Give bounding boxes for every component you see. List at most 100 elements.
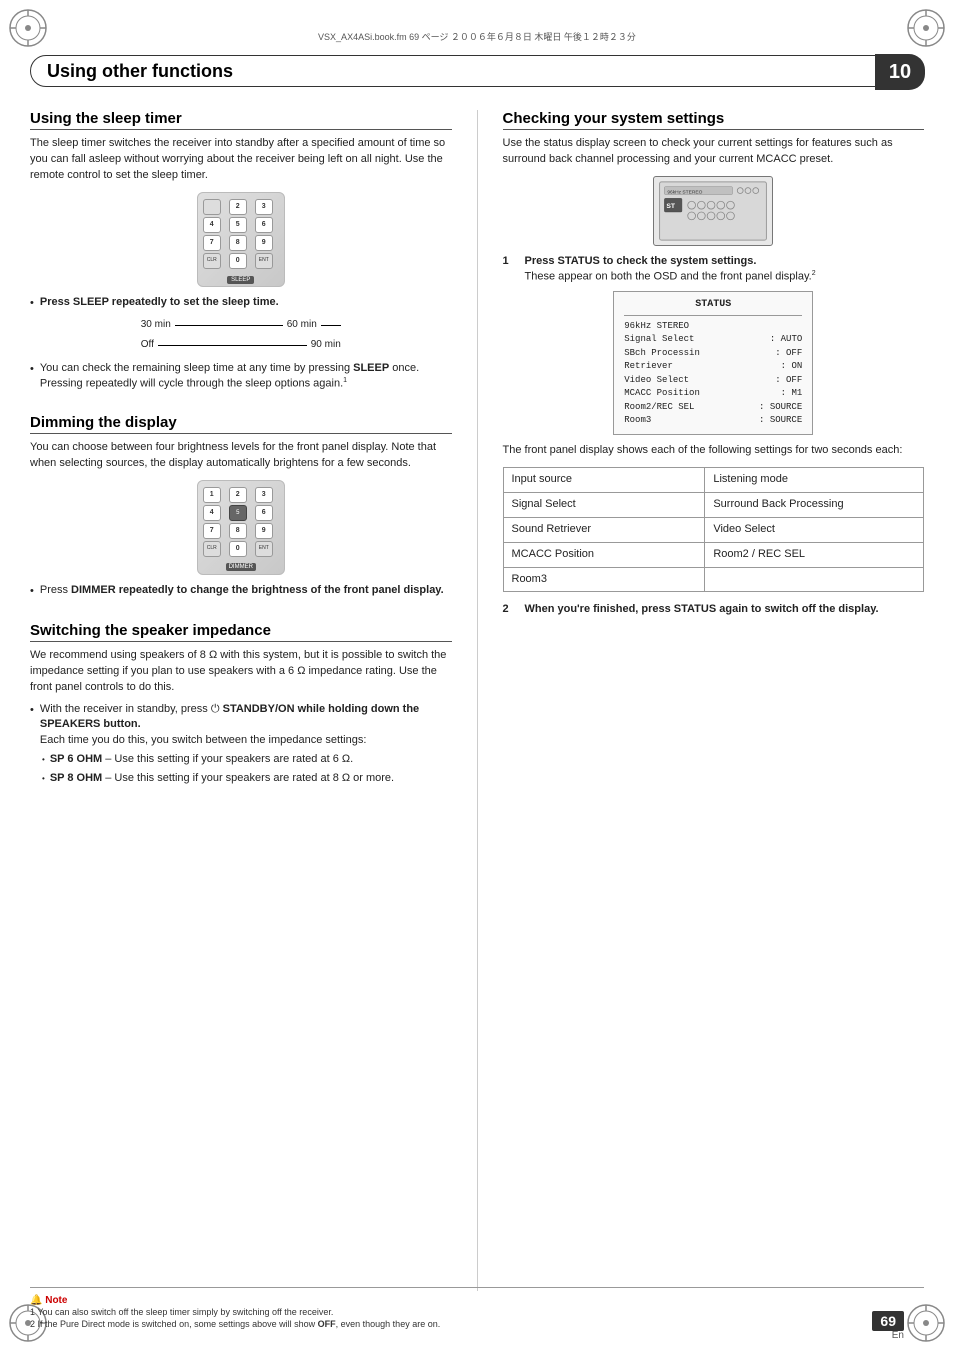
dimming-description: You can choose between four brightness l…: [30, 440, 452, 472]
sleep-timer-description: The sleep timer switches the receiver in…: [30, 136, 452, 184]
d-btn-8: 8: [229, 523, 247, 539]
table-row-5: Room3: [503, 567, 924, 592]
system-settings-section: Checking your system settings Use the st…: [503, 110, 925, 624]
sleep-btn-label: SLEEP: [227, 276, 254, 284]
corner-decoration-tr: [906, 8, 946, 48]
footnote-title: 🔔 Note: [30, 1295, 67, 1306]
status-mcacc-label: MCACC Position: [624, 387, 700, 401]
table-row-4: MCACC Position Room2 / REC SEL: [503, 542, 924, 567]
dimmer-bullet-text: Press DIMMER repeatedly to change the br…: [40, 583, 452, 598]
status-line-1: 96kHz STEREO: [624, 320, 802, 334]
status-signal-value: : AUTO: [770, 333, 802, 347]
d-btn-5: 5: [229, 505, 247, 521]
status-line-3: SBch Processin : OFF: [624, 347, 802, 361]
table-cell-surround-back: Surround Back Processing: [705, 492, 924, 517]
status-sbch-value: : OFF: [775, 347, 802, 361]
svg-text:ST: ST: [667, 203, 677, 210]
status-line-6: MCACC Position : M1: [624, 387, 802, 401]
status-sbch-label: SBch Processin: [624, 347, 700, 361]
remote-btn-0: 0: [229, 253, 247, 269]
status-room2-label: Room2/REC SEL: [624, 401, 694, 415]
remote-btn-4: 4: [203, 217, 221, 233]
remote-btn-3: 3: [255, 199, 273, 215]
d-btn-0: 0: [229, 541, 247, 557]
page-lang: En: [892, 1330, 904, 1341]
osd-screen-image: 96kHz STEREO ST: [653, 176, 773, 246]
sleep-line-2: [158, 345, 307, 346]
sleep-30min: 30 min: [141, 318, 171, 333]
dimming-body: You can choose between four brightness l…: [30, 440, 452, 600]
status-signal-label: Signal Select: [624, 333, 694, 347]
sp8-keyword: SP 8 OHM: [50, 772, 102, 784]
standby-keyword: STANDBY/ON while holding down the SPEAKE…: [40, 703, 419, 730]
filepath-bar: VSX_AX4ASi.book.fm 69 ページ ２００６年６月８日 木曜日 …: [60, 30, 894, 43]
sleep-bullet-1: • Press SLEEP repeatedly to set the slee…: [30, 295, 452, 312]
step-2: 2 When you're finished, press STATUS aga…: [503, 602, 925, 618]
speaker-bullet-dot: •: [30, 703, 34, 719]
status-mcacc-value: : M1: [781, 387, 803, 401]
two-col-layout: Using the sleep timer The sleep timer sw…: [30, 110, 924, 1291]
system-info-table: Input source Listening mode Signal Selec…: [503, 467, 925, 593]
sleep-line-1: [175, 325, 283, 326]
system-settings-title: Checking your system settings: [503, 110, 925, 130]
d-btn-1: 1: [203, 487, 221, 503]
status-stereo: 96kHz STEREO: [624, 320, 689, 334]
table-body: Input source Listening mode Signal Selec…: [503, 467, 924, 592]
sp8-text: SP 8 OHM – Use this setting if your spea…: [50, 771, 394, 787]
status-room3-value: : SOURCE: [759, 414, 802, 428]
remote-btn-8: 8: [229, 235, 247, 251]
sleep-row-2: Off 90 min: [141, 338, 341, 353]
status-line-4: Retriever : ON: [624, 360, 802, 374]
status-video-value: : OFF: [775, 374, 802, 388]
status-retriever-label: Retriever: [624, 360, 673, 374]
sp6-bullet-dot: •: [42, 754, 45, 766]
sleep-footnote-ref: 1: [343, 377, 347, 384]
system-settings-body: Use the status display screen to check y…: [503, 136, 925, 618]
filepath-text: VSX_AX4ASi.book.fm 69 ページ ２００６年６月８日 木曜日 …: [318, 32, 636, 42]
system-settings-description: Use the status display screen to check y…: [503, 136, 925, 168]
table-row-1: Input source Listening mode: [503, 467, 924, 492]
table-cell-mcacc-position: MCACC Position: [503, 542, 705, 567]
left-column: Using the sleep timer The sleep timer sw…: [30, 110, 452, 1291]
sleep-bullet-1-text: Press SLEEP repeatedly to set the sleep …: [40, 295, 452, 310]
status-line-7: Room2/REC SEL : SOURCE: [624, 401, 802, 415]
speaker-body: We recommend using speakers of 8 Ω with …: [30, 648, 452, 787]
table-row-2: Signal Select Surround Back Processing: [503, 492, 924, 517]
status-line-8: Room3 : SOURCE: [624, 414, 802, 428]
osd-screen-svg: 96kHz STEREO ST: [653, 177, 773, 245]
status-box-title: STATUS: [624, 298, 802, 316]
svg-text:96kHz STEREO: 96kHz STEREO: [668, 189, 703, 195]
page-title: Using other functions: [47, 61, 233, 82]
d-btn-3: 3: [255, 487, 273, 503]
dimmer-keyword: DIMMER repeatedly to change the brightne…: [71, 584, 444, 596]
d-btn-7: 7: [203, 523, 221, 539]
dimming-section: Dimming the display You can choose betwe…: [30, 414, 452, 604]
remote-btn-5: 5: [229, 217, 247, 233]
status-room3-label: Room3: [624, 414, 651, 428]
sp8-bullet-dot: •: [42, 773, 45, 785]
page-number: 69: [872, 1311, 904, 1331]
sleep-60min: 60 min: [287, 318, 317, 333]
speaker-title: Switching the speaker impedance: [30, 622, 452, 642]
sleep-timer-body: The sleep timer switches the receiver in…: [30, 136, 452, 392]
remote-control-image: 2 3 4 5 6 7 8 9 CLR 0 ENT: [197, 192, 285, 287]
table-cell-room2-rec: Room2 / REC SEL: [705, 542, 924, 567]
speaker-bullet: • With the receiver in standby, press ⏻ …: [30, 702, 452, 748]
between-text: The front panel display shows each of th…: [503, 443, 925, 459]
sleep-keyword: SLEEP: [353, 362, 389, 374]
table-row-3: Sound Retriever Video Select: [503, 517, 924, 542]
dimmer-remote-image: 1 2 3 4 5 6 7 8 9 CLR 0: [197, 480, 285, 575]
table-cell-empty: [705, 567, 924, 592]
step-1-text: Press STATUS to check the system setting…: [525, 254, 816, 285]
remote-btn-cl: CLR: [203, 253, 221, 269]
step-1-number: 1: [503, 254, 517, 270]
sleep-diagram: 30 min 60 min Off 90 min: [141, 318, 341, 355]
chapter-badge: 10: [875, 54, 925, 90]
step-1: 1 Press STATUS to check the system setti…: [503, 254, 925, 285]
sleep-bullet-2: • You can check the remaining sleep time…: [30, 361, 452, 392]
d-btn-ent: ENT: [255, 541, 273, 557]
remote-btn-6: 6: [255, 217, 273, 233]
step-1-bold: Press STATUS to check the system setting…: [525, 255, 757, 267]
d-btn-9: 9: [255, 523, 273, 539]
remote-btn-extra: ENT: [255, 253, 273, 269]
